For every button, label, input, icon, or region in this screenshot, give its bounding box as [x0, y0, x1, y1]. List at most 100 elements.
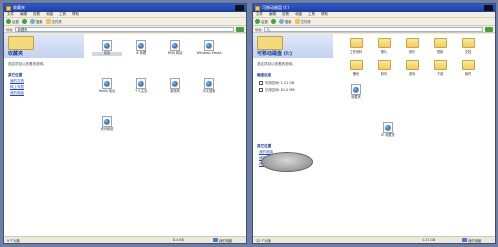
folder-title: 收藏夹: [8, 51, 24, 57]
folder-item[interactable]: 游戏: [399, 60, 425, 76]
menu-tools[interactable]: 工具: [308, 12, 315, 17]
search-button[interactable]: 搜索: [29, 19, 43, 24]
folder-description: 选定项目以查看其说明。: [8, 62, 47, 66]
folder-item[interactable]: 照片: [371, 38, 397, 54]
status-zone-label: 我的电脑: [219, 238, 233, 243]
folder-item[interactable]: 文档: [455, 38, 481, 54]
ie-shortcut-icon: [102, 78, 112, 89]
file-label: IE 收藏: [135, 51, 147, 55]
ie-shortcut-icon: [204, 78, 214, 89]
search-label: 搜索: [284, 20, 292, 24]
file-item[interactable]: 新浪网: [160, 78, 190, 94]
folder-icon: [377, 38, 391, 48]
link-network-places[interactable]: 网上邻居: [10, 85, 80, 90]
address-label: 地址: [6, 27, 13, 32]
folder-item[interactable]: 备份: [343, 60, 369, 76]
other-places-heading: 其它位置: [8, 73, 23, 77]
back-arrow-icon: [6, 19, 11, 24]
folder-label: 游戏: [408, 72, 416, 76]
drive-description: 选定项目以查看其说明。: [257, 62, 296, 66]
folders-icon: [294, 19, 300, 24]
back-button[interactable]: 后退: [6, 19, 19, 24]
menu-help[interactable]: 帮助: [321, 12, 328, 17]
file-item[interactable]: Windows Media: [194, 40, 224, 56]
forward-button[interactable]: [270, 19, 276, 24]
other-places-heading: 其它位置: [257, 144, 272, 148]
close-icon[interactable]: [484, 5, 493, 11]
folder-icon: [405, 38, 419, 48]
search-label: 搜索: [35, 20, 43, 24]
used-space-swatch: [259, 87, 263, 92]
status-count: 9 个对象: [7, 238, 21, 243]
close-icon[interactable]: [235, 5, 244, 11]
ie-shortcut-icon: [204, 40, 214, 51]
link-my-computer[interactable]: 我的电脑: [10, 91, 80, 96]
folder-label: 临时: [464, 72, 472, 76]
file-label: 新浪网: [170, 89, 180, 93]
ie-shortcut-icon: [102, 116, 112, 127]
file-item[interactable]: Radio 电台: [92, 78, 122, 94]
address-input[interactable]: 收藏夹: [14, 26, 234, 32]
forward-button[interactable]: [21, 19, 27, 24]
file-item[interactable]: IE 收藏夹: [373, 122, 403, 138]
status-zone-label: 我的电脑: [468, 238, 482, 243]
folder-icon: [377, 60, 391, 70]
folders-button[interactable]: 文件夹: [294, 19, 311, 24]
file-item[interactable]: 链接: [92, 40, 122, 56]
menu-file[interactable]: 文件: [7, 12, 14, 17]
folder-item[interactable]: 工作资料: [343, 38, 369, 54]
file-item[interactable]: IE 收藏: [126, 40, 156, 56]
title-bar[interactable]: 收藏夹: [4, 4, 246, 12]
file-label: 收藏夹: [351, 95, 361, 99]
drive-banner-icon: [257, 36, 283, 50]
status-zone: 我的电脑: [213, 238, 243, 243]
back-label: 后退: [261, 20, 268, 24]
menu-tools[interactable]: 工具: [59, 12, 66, 17]
folder-item[interactable]: 音乐: [399, 38, 425, 54]
folder-item[interactable]: 临时: [455, 60, 481, 76]
address-bar: 地址 收藏夹: [4, 26, 246, 33]
file-item[interactable]: MSN 网站: [160, 40, 190, 56]
drive-content: 可移动磁盘 (I:) 选定项目以查看其说明。 磁盘信息 可用空间: 1.21 G…: [253, 34, 495, 236]
back-arrow-icon: [255, 19, 260, 24]
free-space-row: 可用空间: 1.21 GB: [259, 80, 329, 85]
title-bar[interactable]: 可移动磁盘 (I:): [253, 4, 495, 12]
folder-item[interactable]: 软件: [371, 60, 397, 76]
ie-shortcut-icon: [102, 40, 112, 51]
folders-button[interactable]: 文件夹: [45, 19, 62, 24]
menu-help[interactable]: 帮助: [72, 12, 79, 17]
go-button[interactable]: [485, 26, 493, 32]
menu-favorites[interactable]: 收藏: [295, 12, 302, 17]
folder-item[interactable]: 视频: [427, 38, 453, 54]
toolbar: 后退 搜索 文件夹: [253, 18, 495, 26]
file-label: 链接: [92, 51, 122, 56]
menu-favorites[interactable]: 收藏: [46, 12, 53, 17]
status-count: 12 个对象: [256, 238, 272, 243]
file-item[interactable]: 个人主页: [126, 78, 156, 94]
file-item[interactable]: 中文搜索: [194, 78, 224, 94]
menu-view[interactable]: 查看: [33, 12, 40, 17]
drive-icon: [255, 5, 260, 11]
link-my-documents[interactable]: 我的文档: [10, 79, 80, 84]
folder-icon: [349, 60, 363, 70]
file-item[interactable]: 收藏夹: [341, 84, 371, 100]
menu-edit[interactable]: 编辑: [20, 12, 27, 17]
forward-arrow-icon: [21, 19, 27, 24]
forward-arrow-icon: [270, 19, 276, 24]
file-item[interactable]: 资讯频道: [92, 116, 122, 132]
address-input[interactable]: I:\: [263, 26, 483, 32]
menu-edit[interactable]: 编辑: [269, 12, 276, 17]
file-label: MSN 网站: [167, 51, 183, 55]
ie-shortcut-icon: [383, 122, 393, 133]
folder-label: 音乐: [408, 50, 416, 54]
toolbar: 后退 搜索 文件夹: [4, 18, 246, 26]
status-bar: 9 个对象 8.4 KB 我的电脑: [4, 236, 246, 243]
folder-content: 收藏夹 选定项目以查看其说明。 其它位置 我的文档 网上邻居 我的电脑 链接 I…: [4, 34, 246, 236]
search-button[interactable]: 搜索: [278, 19, 292, 24]
folder-item[interactable]: 下载: [427, 60, 453, 76]
menu-view[interactable]: 查看: [282, 12, 289, 17]
go-button[interactable]: [236, 26, 244, 32]
menu-file[interactable]: 文件: [256, 12, 263, 17]
back-button[interactable]: 后退: [255, 19, 268, 24]
computer-icon: [462, 238, 467, 242]
